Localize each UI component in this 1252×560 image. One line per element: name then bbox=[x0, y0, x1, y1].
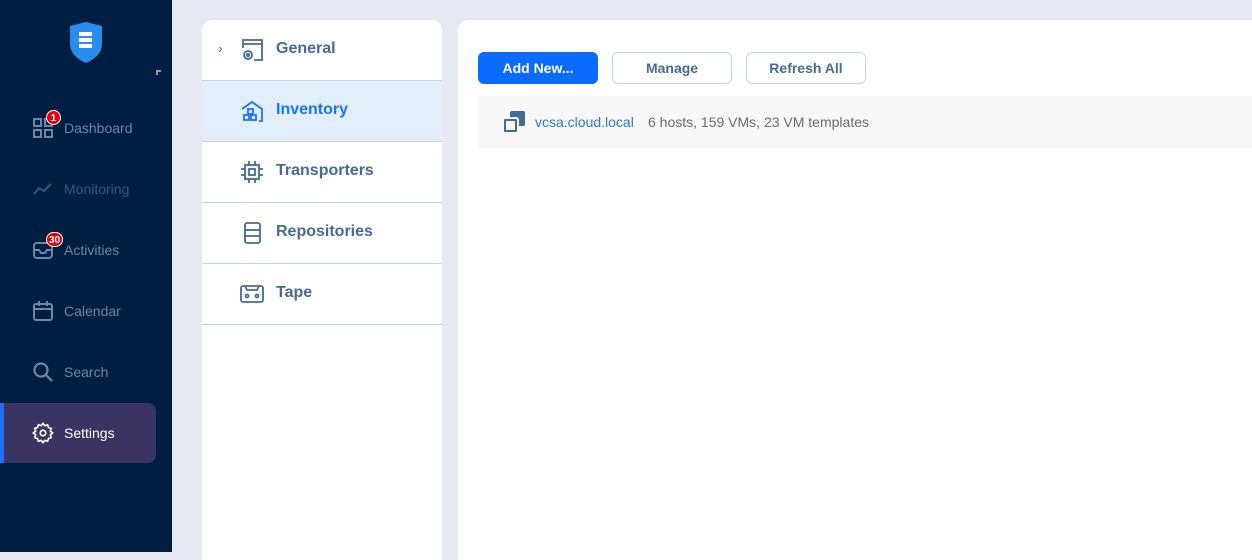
refresh-all-button[interactable]: Refresh All bbox=[746, 52, 866, 84]
search-icon bbox=[33, 362, 53, 382]
dashboard-badge: 1 bbox=[46, 110, 61, 125]
logo-shield-icon bbox=[70, 22, 102, 63]
settings-menu: › General Inventory Transporters Reposit… bbox=[202, 20, 442, 560]
sidebar-item-label: Calendar bbox=[64, 303, 121, 319]
collapse-handle-icon[interactable] bbox=[156, 70, 161, 75]
activities-badge: 30 bbox=[46, 232, 64, 247]
sidebar-item-label: Settings bbox=[64, 425, 115, 441]
sidebar-item-monitoring[interactable]: Monitoring bbox=[0, 159, 172, 219]
menu-item-transporters[interactable]: Transporters bbox=[202, 142, 442, 203]
storage-icon bbox=[244, 222, 261, 244]
add-new-button[interactable]: Add New... bbox=[478, 52, 598, 84]
sidebar-item-settings[interactable]: Settings bbox=[0, 403, 156, 463]
house-boxes-icon bbox=[241, 100, 263, 122]
menu-item-general[interactable]: › General bbox=[202, 20, 442, 81]
menu-item-label: Inventory bbox=[276, 101, 349, 118]
chip-icon bbox=[241, 161, 263, 183]
sidebar-item-label: Activities bbox=[64, 242, 120, 258]
menu-item-label: Tape bbox=[276, 284, 313, 301]
menu-item-tape[interactable]: Tape bbox=[202, 264, 442, 325]
inventory-row[interactable]: vcsa.cloud.local 6 hosts, 159 VMs, 23 VM… bbox=[478, 96, 1252, 148]
gear-icon bbox=[32, 422, 54, 444]
menu-item-label: Transporters bbox=[276, 162, 374, 179]
menu-item-label: General bbox=[276, 40, 336, 57]
menu-item-inventory[interactable]: Inventory bbox=[202, 81, 442, 142]
menu-item-repositories[interactable]: Repositories bbox=[202, 203, 442, 264]
main-panel: Add New... Manage Refresh All vcsa.cloud… bbox=[458, 20, 1252, 560]
vcenter-icon bbox=[502, 111, 525, 134]
chevron-right-icon[interactable]: › bbox=[218, 40, 223, 56]
tape-icon bbox=[240, 285, 264, 303]
sidebar-item-activities[interactable]: 30 Activities bbox=[0, 220, 172, 280]
sidebar: 1 Dashboard Monitoring 30 Activities Cal… bbox=[0, 0, 172, 552]
sidebar-item-label: Dashboard bbox=[64, 120, 133, 136]
sidebar-item-dashboard[interactable]: 1 Dashboard bbox=[0, 98, 172, 158]
sidebar-item-calendar[interactable]: Calendar bbox=[0, 281, 172, 341]
inventory-name-link[interactable]: vcsa.cloud.local bbox=[535, 114, 634, 130]
calendar-icon bbox=[33, 301, 53, 321]
menu-item-label: Repositories bbox=[276, 223, 373, 240]
sidebar-item-label: Monitoring bbox=[64, 181, 130, 197]
window-gear-icon bbox=[242, 39, 263, 61]
chart-line-icon bbox=[33, 183, 52, 195]
sidebar-item-label: Search bbox=[64, 364, 109, 380]
sidebar-item-search[interactable]: Search bbox=[0, 342, 172, 402]
inventory-info: 6 hosts, 159 VMs, 23 VM templates bbox=[648, 114, 869, 130]
manage-button[interactable]: Manage bbox=[612, 52, 732, 84]
